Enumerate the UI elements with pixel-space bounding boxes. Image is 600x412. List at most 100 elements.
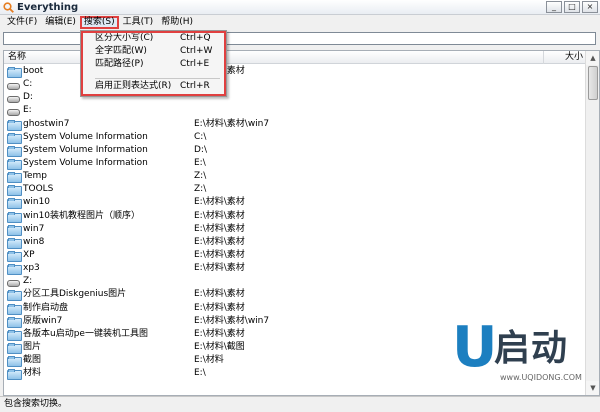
menu-edit[interactable]: 编辑(E)	[41, 16, 80, 28]
row-name-cell: win10	[7, 196, 50, 210]
drive-icon	[7, 108, 20, 116]
folder-icon	[7, 224, 22, 236]
folder-icon	[7, 172, 22, 184]
row-name: ghostwin7	[23, 118, 70, 129]
table-row[interactable]: 制作启动盘 E:\材料\素材	[4, 302, 586, 315]
drive-icon	[7, 82, 20, 90]
table-row[interactable]: Temp Z:\	[4, 170, 586, 184]
row-name: xp3	[23, 263, 40, 274]
row-name-cell: System Volume Information	[7, 157, 148, 170]
table-row[interactable]: 分区工具Diskgenius图片 E:\材料\素材	[4, 288, 586, 302]
menu-tools[interactable]: 工具(T)	[119, 16, 158, 28]
drive-icon	[7, 279, 20, 287]
close-button[interactable]: ×	[582, 1, 598, 13]
row-path: E:\材料	[194, 355, 224, 366]
row-name-cell: boot	[7, 65, 43, 78]
row-name: 图片	[23, 341, 42, 352]
folder-icon	[7, 316, 22, 328]
highlight-box	[81, 31, 226, 96]
row-path: C:\	[194, 131, 207, 142]
row-path: E:\材料\素材\win7	[194, 118, 270, 129]
menu-help[interactable]: 帮助(H)	[157, 16, 197, 28]
row-name-cell: Z:	[7, 275, 32, 288]
folder-icon	[7, 145, 22, 157]
row-name: TOOLS	[23, 184, 54, 195]
row-name-cell: 各版本u启动pe一键装机工具图	[7, 328, 148, 341]
maximize-button[interactable]: □	[564, 1, 580, 13]
table-row[interactable]: E:	[4, 104, 586, 117]
row-name: 原版win7	[23, 315, 63, 326]
table-row[interactable]: win10 E:\材料\素材	[4, 196, 586, 210]
window-controls: _ □ ×	[546, 1, 598, 13]
row-name-cell: xp3	[7, 262, 40, 276]
folder-icon	[7, 119, 22, 131]
menu-search[interactable]: 搜索(S)	[79, 15, 119, 29]
table-row[interactable]: ghostwin7 E:\材料\素材\win7	[4, 118, 586, 131]
folder-icon	[7, 198, 22, 210]
row-name: XP	[23, 249, 35, 260]
row-name: boot	[23, 66, 44, 76]
table-row[interactable]: XP E:\材料\素材	[4, 249, 586, 262]
minimize-button[interactable]: _	[546, 1, 562, 13]
row-path: Z:\	[194, 184, 207, 195]
table-row[interactable]: win8 E:\材料\素材	[4, 236, 586, 249]
folder-icon	[7, 237, 22, 249]
row-name-cell: System Volume Information	[7, 131, 148, 144]
menu-bar: 文件(F) 编辑(E) 搜索(S) 工具(T) 帮助(H)	[0, 15, 600, 29]
column-size[interactable]: 大小	[544, 51, 586, 64]
row-name: 截图	[23, 355, 42, 366]
table-row[interactable]: System Volume Information C:\	[4, 131, 586, 144]
row-name: System Volume Information	[23, 131, 148, 142]
row-name: 材料	[23, 368, 42, 379]
row-path: D:\	[194, 144, 207, 155]
row-path: E:\材料\素材	[194, 302, 245, 313]
scrollbar-thumb[interactable]	[588, 66, 598, 100]
row-path: E:\材料\素材	[194, 210, 245, 221]
row-name: Temp	[23, 171, 47, 182]
row-path: E:\材料\素材	[194, 197, 245, 208]
folder-icon	[7, 185, 22, 197]
table-row[interactable]: TOOLS Z:\	[4, 183, 586, 197]
scroll-up-arrow-icon[interactable]: ▲	[586, 51, 599, 65]
row-name-cell: win7	[7, 223, 44, 236]
row-name-cell: System Volume Information	[7, 144, 148, 157]
row-name: System Volume Information	[23, 144, 148, 155]
row-name: Z:	[23, 276, 33, 287]
row-name-cell: win10装机教程图片（顺序）	[7, 210, 140, 223]
row-name: 分区工具Diskgenius图片	[23, 289, 127, 300]
folder-icon	[7, 369, 22, 381]
status-bar: 包含搜索切换。	[0, 396, 600, 412]
menu-file[interactable]: 文件(F)	[3, 16, 41, 28]
folder-icon	[7, 132, 22, 144]
table-row[interactable]: System Volume Information D:\	[4, 144, 586, 157]
row-name-cell: TOOLS	[7, 183, 54, 197]
row-name-cell: C:	[7, 78, 32, 91]
folder-icon	[7, 264, 22, 276]
row-name-cell: E:	[7, 104, 32, 117]
table-row[interactable]: System Volume Information E:\	[4, 157, 586, 170]
folder-icon	[7, 158, 22, 170]
row-name-cell: 制作启动盘	[7, 302, 68, 315]
row-name: C:	[23, 79, 33, 90]
window-title: Everything	[17, 2, 79, 13]
row-path: E:\材料\素材	[194, 249, 245, 260]
row-path: E:\材料\素材	[194, 289, 245, 300]
watermark-text: 启动	[494, 328, 569, 369]
table-row[interactable]: win7 E:\材料\素材	[4, 223, 586, 236]
column-path[interactable]	[189, 51, 544, 64]
folder-icon	[7, 342, 22, 354]
row-name-cell: XP	[7, 249, 35, 262]
row-name: win8	[23, 236, 45, 247]
row-name: win7	[23, 223, 45, 234]
row-path: E:\	[194, 157, 206, 168]
folder-icon	[7, 67, 22, 78]
watermark-mark: U	[452, 315, 498, 380]
folder-icon	[7, 329, 22, 341]
row-path: E:\材料\素材	[194, 236, 245, 247]
row-name-cell: Temp	[7, 170, 47, 184]
table-row[interactable]: xp3 E:\材料\素材	[4, 262, 586, 276]
row-name-cell: 图片	[7, 341, 41, 354]
folder-icon	[7, 211, 22, 223]
table-row[interactable]: Z:	[4, 275, 586, 288]
table-row[interactable]: win10装机教程图片（顺序） E:\材料\素材	[4, 210, 586, 223]
